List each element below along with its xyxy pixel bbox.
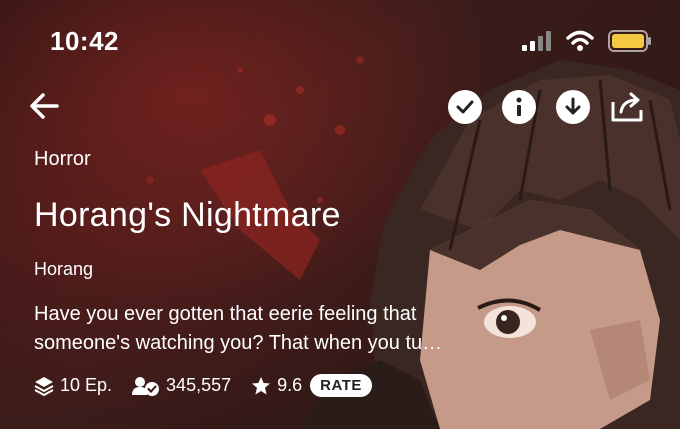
- back-button[interactable]: [26, 88, 62, 124]
- subscribe-button[interactable]: [448, 90, 482, 124]
- status-icons: [522, 30, 652, 52]
- series-author[interactable]: Horang: [34, 259, 93, 280]
- star-icon: [252, 376, 271, 394]
- description-line-1: Have you ever gotten that eerie feeling …: [34, 303, 417, 325]
- cellular-signal-icon: [522, 31, 551, 51]
- download-button[interactable]: [556, 90, 590, 124]
- status-time: 10:42: [50, 26, 119, 56]
- series-title: Horang's Nightmare: [34, 196, 341, 234]
- nav-bar: [0, 88, 680, 132]
- episode-count-text: 10 Ep.: [60, 375, 113, 395]
- subscriber-count-text: 345,557: [166, 375, 232, 395]
- share-button[interactable]: [610, 90, 646, 124]
- info-icon: [516, 97, 522, 116]
- share-icon: [611, 92, 643, 122]
- description-line-2: someone's watching you? That when you tu…: [34, 332, 443, 354]
- wifi-icon: [566, 30, 594, 51]
- info-button[interactable]: [502, 90, 536, 124]
- checkmark-icon: [456, 100, 474, 114]
- action-buttons: [448, 90, 646, 124]
- battery-icon: [608, 30, 651, 52]
- rating: 9.6: [251, 375, 302, 396]
- rate-button[interactable]: RATE: [310, 374, 372, 397]
- series-description[interactable]: Have you ever gotten that eerie feeling …: [34, 300, 504, 358]
- arrow-left-icon: [30, 93, 59, 119]
- layers-icon: [34, 376, 54, 396]
- series-stats: 10 Ep. 345,557 9.6 RATE: [34, 374, 372, 397]
- subscriber-count: 345,557: [132, 375, 231, 396]
- subscriber-icon: [132, 376, 160, 396]
- status-bar: 10:42: [0, 0, 680, 80]
- download-icon: [565, 97, 581, 115]
- series-detail-screen: 10:42 Horror Horang's Nightmare Horang H…: [0, 0, 680, 429]
- rating-value: 9.6: [277, 375, 303, 395]
- episode-count: 10 Ep.: [34, 375, 112, 396]
- series-genre: Horror: [34, 148, 91, 170]
